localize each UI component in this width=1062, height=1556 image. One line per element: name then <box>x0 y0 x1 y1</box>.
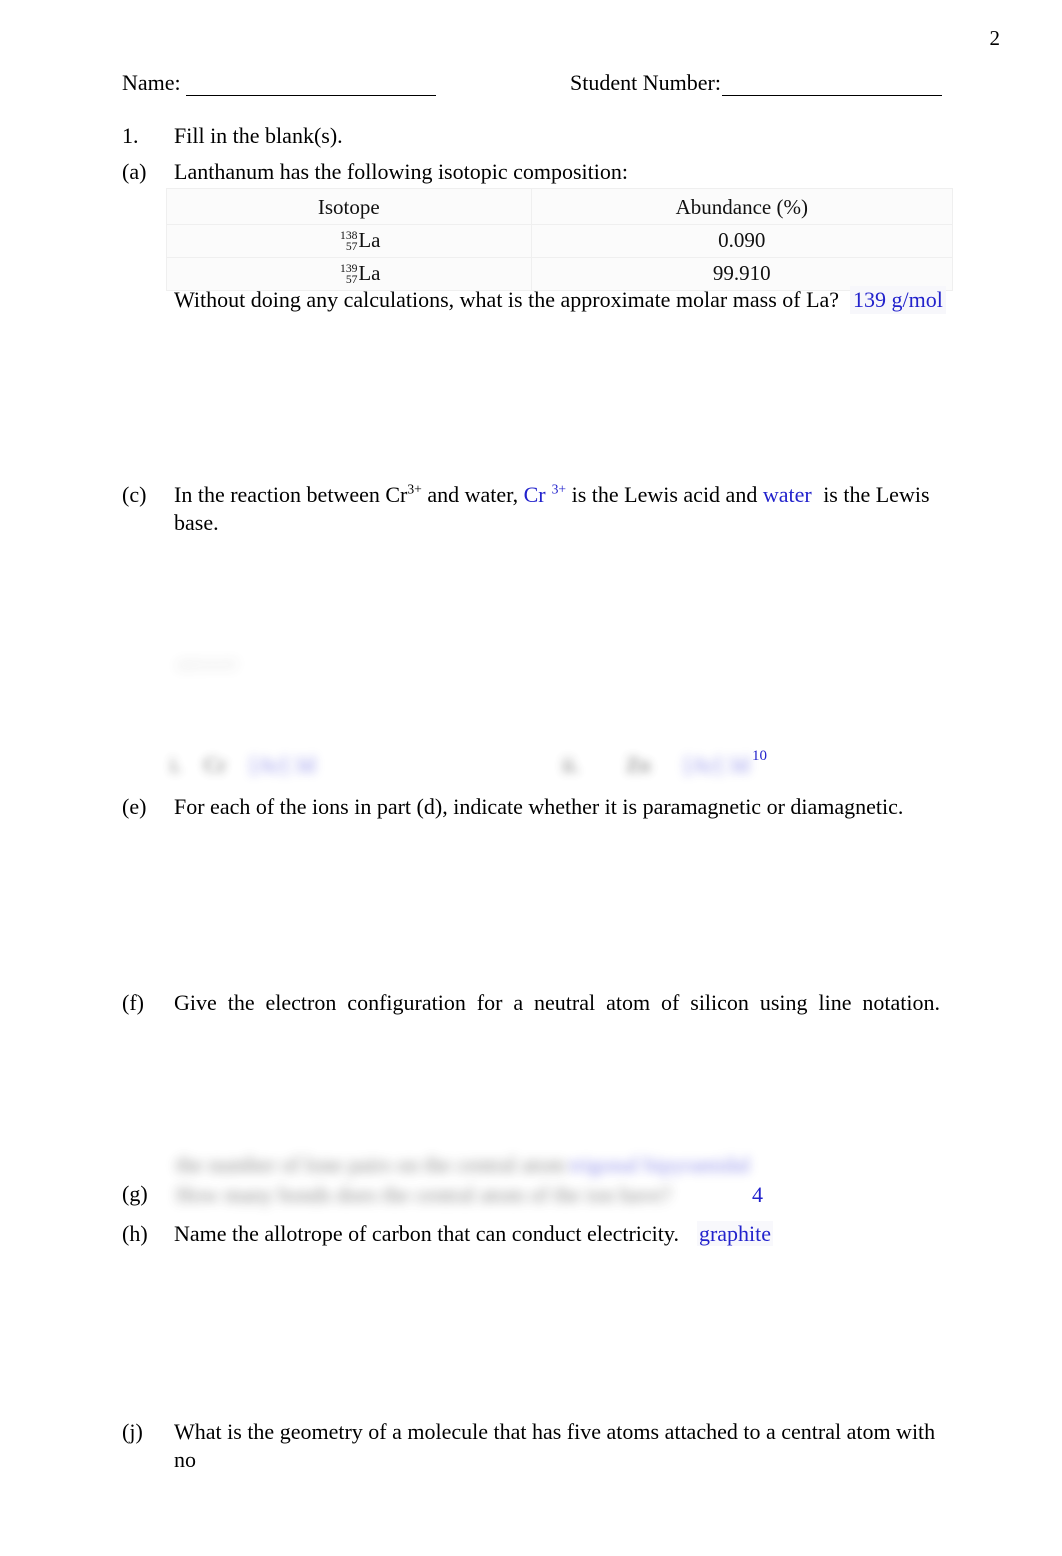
redacted-part-d-answer-left: [Ar] 3d <box>250 752 316 777</box>
exam-page: 2 Name: Student Number: 1. Fill in the b… <box>0 0 1062 1556</box>
redacted-above-g-question: the number of lone pairs on the central … <box>176 1152 566 1177</box>
part-f-marker: (f) <box>122 990 144 1015</box>
part-c-marker: (c) <box>122 482 147 507</box>
part-a-followup-text: Without doing any calculations, what is … <box>174 287 840 312</box>
redacted-part-d-marker-right: ii. <box>562 752 580 777</box>
part-c-answer-2[interactable]: water <box>763 482 812 507</box>
abundance-cell: 0.090 <box>530 224 954 258</box>
part-c-text-mid-1: and water, <box>421 482 524 507</box>
part-h-answer[interactable]: graphite <box>696 1221 774 1246</box>
part-e-text: For each of the ions in part (d), indica… <box>174 794 904 819</box>
part-h-text: Name the allotrope of carbon that can co… <box>174 1220 942 1248</box>
column-header-abundance: Abundance (%) <box>530 188 954 225</box>
header-fields: Name: Student Number: <box>122 70 942 100</box>
table-row: 138 57 La 0.090 <box>166 224 954 258</box>
part-c-text-mid-2: is the Lewis acid and <box>566 482 763 507</box>
nuclide-notation: 138 57 <box>317 229 358 253</box>
atomic-number: 57 <box>345 240 358 253</box>
question-1-text: Fill in the blank(s). <box>174 123 343 148</box>
element-symbol: La <box>358 228 381 252</box>
part-d-answer-superscript: 10 <box>752 748 767 764</box>
page-number: 2 <box>989 26 1001 50</box>
name-blank-line[interactable] <box>186 95 436 96</box>
nuclide-notation: 139 57 <box>317 262 358 286</box>
part-j-text: What is the geometry of a molecule that … <box>174 1419 936 1473</box>
table-header-row: Isotope Abundance (%) <box>166 188 954 225</box>
part-a: (a) Lanthanum has the following isotopic… <box>122 158 742 186</box>
part-a-text: Lanthanum has the following isotopic com… <box>174 159 628 184</box>
redacted-part-d-marker-left: i. <box>170 752 182 777</box>
part-c-answer-1-charge: 3+ <box>551 481 567 497</box>
isotope-cell: 138 57 La <box>166 224 532 258</box>
part-g-marker: (g) <box>122 1181 148 1206</box>
part-h: (h) Name the allotrope of carbon that ca… <box>122 1220 942 1248</box>
part-c-text: In the reaction between Cr3+ and water, … <box>174 481 942 537</box>
redacted-above-g-answer: trigonal bipyramidal <box>570 1152 751 1177</box>
student-number-label: Student Number: <box>570 70 721 95</box>
part-f: (f) Give the electron configuration for … <box>122 989 940 1017</box>
part-c-charge-superscript: 3+ <box>407 481 422 497</box>
redacted-part-g-text: How many bonds does the central atom of … <box>176 1182 671 1207</box>
redacted-part-d-label-left: Cr <box>204 752 226 777</box>
part-a-answer[interactable]: 139 g/mol <box>850 286 946 315</box>
part-c-text-before: In the reaction between Cr <box>174 482 408 507</box>
question-1: 1. Fill in the blank(s). <box>122 122 722 150</box>
isotope-table: Isotope Abundance (%) 138 57 La 0.090 139 5… <box>166 188 954 291</box>
part-e-marker: (e) <box>122 794 147 819</box>
part-a-followup: Without doing any calculations, what is … <box>174 286 946 315</box>
redacted-part-d-label-right: Zn <box>626 752 651 777</box>
part-f-text: Give the electron configuration for a ne… <box>174 990 940 1015</box>
redacted-part-d-answer-right: [Ar] 3d <box>684 752 750 777</box>
part-j: (j) What is the geometry of a molecule t… <box>122 1418 940 1474</box>
element-symbol: La <box>358 261 381 285</box>
part-a-marker: (a) <box>122 159 147 184</box>
question-1-marker: 1. <box>122 123 139 148</box>
part-j-marker: (j) <box>122 1419 143 1444</box>
column-header-isotope: Isotope <box>166 188 532 225</box>
part-h-marker: (h) <box>122 1221 148 1246</box>
name-label: Name: <box>122 70 181 95</box>
atomic-number: 57 <box>345 273 358 286</box>
part-g-answer[interactable]: 4 <box>752 1182 763 1208</box>
student-number-blank-line[interactable] <box>722 95 942 96</box>
part-c: (c) In the reaction between Cr3+ and wat… <box>122 481 942 537</box>
part-c-answer-1[interactable]: Cr <box>524 482 546 507</box>
redacted-faint-text: answer <box>176 650 239 675</box>
part-h-question: Name the allotrope of carbon that can co… <box>174 1221 679 1246</box>
part-e: (e) For each of the ions in part (d), in… <box>122 793 942 821</box>
